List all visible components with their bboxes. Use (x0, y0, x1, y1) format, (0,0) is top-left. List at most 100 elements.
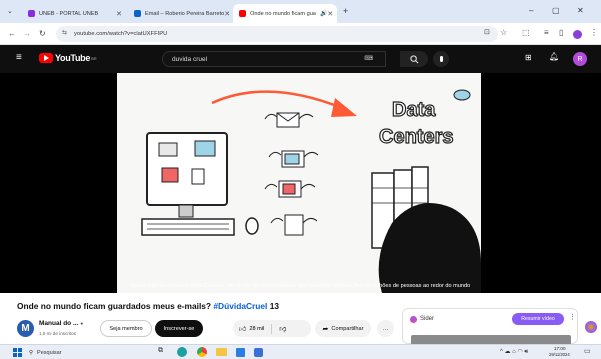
tab-email[interactable]: Email – Roberio Pereira Barreto ✕ (128, 4, 233, 23)
windows-taskbar: ⚲ Pesquisar ⧉ ^ ☁ ⌂ ◠ 🔊︎ 17:00 29/11/202… (0, 344, 601, 359)
channel-avatar[interactable]: M (17, 320, 34, 337)
video-title: Onde no mundo ficam guardados meus e-mai… (17, 301, 279, 311)
maximize-button[interactable]: ▢ (552, 6, 560, 15)
search-input[interactable]: duvida cruel ⌨ (162, 51, 386, 67)
summarize-video-button[interactable]: Resumir vídeo (512, 313, 564, 325)
screen-photo-2 (161, 167, 179, 183)
close-tab-icon[interactable]: ✕ (224, 10, 230, 18)
tab-search-icon[interactable]: ⌄ (7, 7, 13, 15)
youtube-header: ≡ YouTube BR duvida cruel ⌨ ⊞ 🔔︎ R (0, 45, 601, 73)
browser-menu-icon[interactable]: ⋮ (590, 28, 598, 37)
create-video-icon[interactable]: ⊞ (525, 53, 532, 62)
video-subtitle: Esses lugares chamam Data Centers, um mo… (130, 283, 471, 289)
notifications-bell-icon[interactable]: 🔔︎ (549, 52, 559, 61)
video-title-suffix: 13 (269, 301, 280, 311)
subscribe-button[interactable]: Inscrever-se (155, 320, 203, 337)
microphone-icon (439, 56, 443, 62)
install-app-icon[interactable]: ⊡ (484, 28, 490, 36)
cloud-doodle (453, 89, 471, 101)
like-count: 28 mil (249, 325, 265, 332)
share-label: Compartilhar (331, 325, 364, 332)
like-divider (271, 323, 273, 334)
outlook-favicon-icon (134, 10, 141, 17)
sider-floating-icon[interactable] (585, 321, 597, 333)
screen-photo-1 (194, 140, 216, 157)
search-query: duvida cruel (172, 55, 208, 63)
close-window-button[interactable]: ✕ (577, 6, 584, 15)
more-actions-button[interactable]: … (377, 320, 394, 337)
red-arrow-curve (211, 90, 343, 110)
search-button[interactable] (400, 51, 428, 67)
voice-search-button[interactable] (433, 51, 449, 67)
flying-envelope-4 (270, 214, 318, 236)
whiteboard-title-line2: Centers (379, 126, 453, 148)
flying-envelope-1 (264, 112, 314, 128)
dislike-button[interactable]: 👎︎ (279, 324, 286, 333)
file-explorer-taskbar-icon[interactable] (216, 348, 227, 356)
browser-toolbar: ← → ↻ ⇆ youtube.com/watch?v=clatUXFFIPU … (0, 23, 601, 45)
task-view-icon[interactable]: ⧉ (158, 347, 163, 355)
edge-taskbar-icon[interactable] (177, 347, 187, 357)
sider-label: Sider (420, 316, 435, 322)
red-arrowhead (331, 98, 357, 117)
notification-icon[interactable]: ▭ (584, 347, 591, 355)
reload-icon[interactable]: ↻ (39, 29, 46, 38)
channel-initial: M (21, 323, 30, 334)
search-icon (409, 54, 418, 63)
tab-youtube-video[interactable]: Onde no mundo ficam gua 🔊 ✕ (233, 4, 337, 23)
channel-name[interactable]: Manual do ... ● (39, 320, 83, 327)
side-panel-icon[interactable]: ▯ (559, 28, 563, 37)
back-icon[interactable]: ← (8, 29, 16, 38)
minimize-button[interactable]: – (529, 6, 533, 15)
whiteboard-drawing: Data Centers (141, 89, 481, 293)
screen-doc (191, 168, 205, 185)
address-bar[interactable]: ⇆ youtube.com/watch?v=clatUXFFIPU (56, 26, 498, 42)
flying-envelope-2 (268, 150, 319, 168)
system-tray-icons[interactable]: ^ ☁ ⌂ ◠ 🔊︎ (500, 348, 528, 356)
whiteboard-title-line1: Data (392, 99, 436, 121)
verified-badge-icon: ● (80, 321, 84, 327)
like-button[interactable]: 👍︎ 28 mil (239, 324, 265, 334)
video-frame: Data Centers (117, 73, 481, 293)
sider-menu-icon[interactable]: ⋮ (569, 313, 576, 321)
address-text: youtube.com/watch?v=clatUXFFIPU (74, 31, 168, 37)
video-player[interactable]: Data Centers Esses lugares chamam Data C… (0, 73, 601, 293)
bookmark-star-icon[interactable]: ☆ (500, 28, 507, 37)
thumbs-down-icon: 👎︎ (279, 326, 287, 333)
hamburger-menu-icon[interactable]: ≡ (16, 52, 22, 63)
share-button[interactable]: ➦ Compartilhar (315, 320, 371, 337)
tab-uneb[interactable]: UNEB - PORTAL UNEB ✕ (22, 4, 128, 23)
join-button[interactable]: Seja membro (100, 320, 152, 337)
teams-taskbar-icon[interactable] (254, 348, 263, 357)
uneb-favicon-icon (28, 10, 35, 17)
youtube-play-icon (39, 53, 53, 63)
new-tab-button[interactable]: + (343, 6, 348, 16)
close-tab-icon[interactable]: ✕ (116, 10, 122, 18)
flying-envelope-3 (264, 180, 316, 198)
account-avatar[interactable]: R (573, 52, 587, 66)
windows-start-icon[interactable] (13, 348, 22, 357)
tab-label: Onde no mundo ficam gua (250, 10, 316, 17)
taskbar-search-box[interactable]: ⚲ Pesquisar (29, 347, 137, 358)
extensions-icon[interactable]: ⬚ (522, 28, 530, 37)
site-info-icon[interactable]: ⇆ (62, 29, 67, 36)
youtube-logo[interactable]: YouTube BR (39, 53, 97, 63)
forward-icon[interactable]: → (23, 29, 31, 38)
clock-time[interactable]: 17:00 (554, 346, 566, 351)
clock-date[interactable]: 29/11/2024 (549, 352, 570, 357)
reading-list-icon[interactable]: ≡ (544, 28, 549, 37)
chrome-taskbar-icon[interactable] (197, 347, 207, 357)
close-tab-icon[interactable]: ✕ (327, 10, 333, 18)
like-dislike-group: 👍︎ 28 mil 👎︎ (233, 320, 311, 337)
video-hashtag[interactable]: #DúvidaCruel (213, 301, 267, 311)
taskbar-search-icon: ⚲ (29, 349, 34, 356)
store-taskbar-icon[interactable] (236, 348, 245, 357)
keyboard-icon[interactable]: ⌨ (364, 55, 373, 62)
region-code: BR (91, 55, 97, 61)
avatar-letter: R (577, 55, 583, 63)
subscriber-count: 1,5 mi de inscritos (39, 331, 77, 336)
profile-icon[interactable] (573, 30, 582, 39)
speaker-icon[interactable]: 🔊 (320, 10, 327, 17)
sider-panel: Sider Resumir vídeo ⋮ (402, 308, 578, 345)
channel-name-text: Manual do ... (39, 320, 79, 327)
